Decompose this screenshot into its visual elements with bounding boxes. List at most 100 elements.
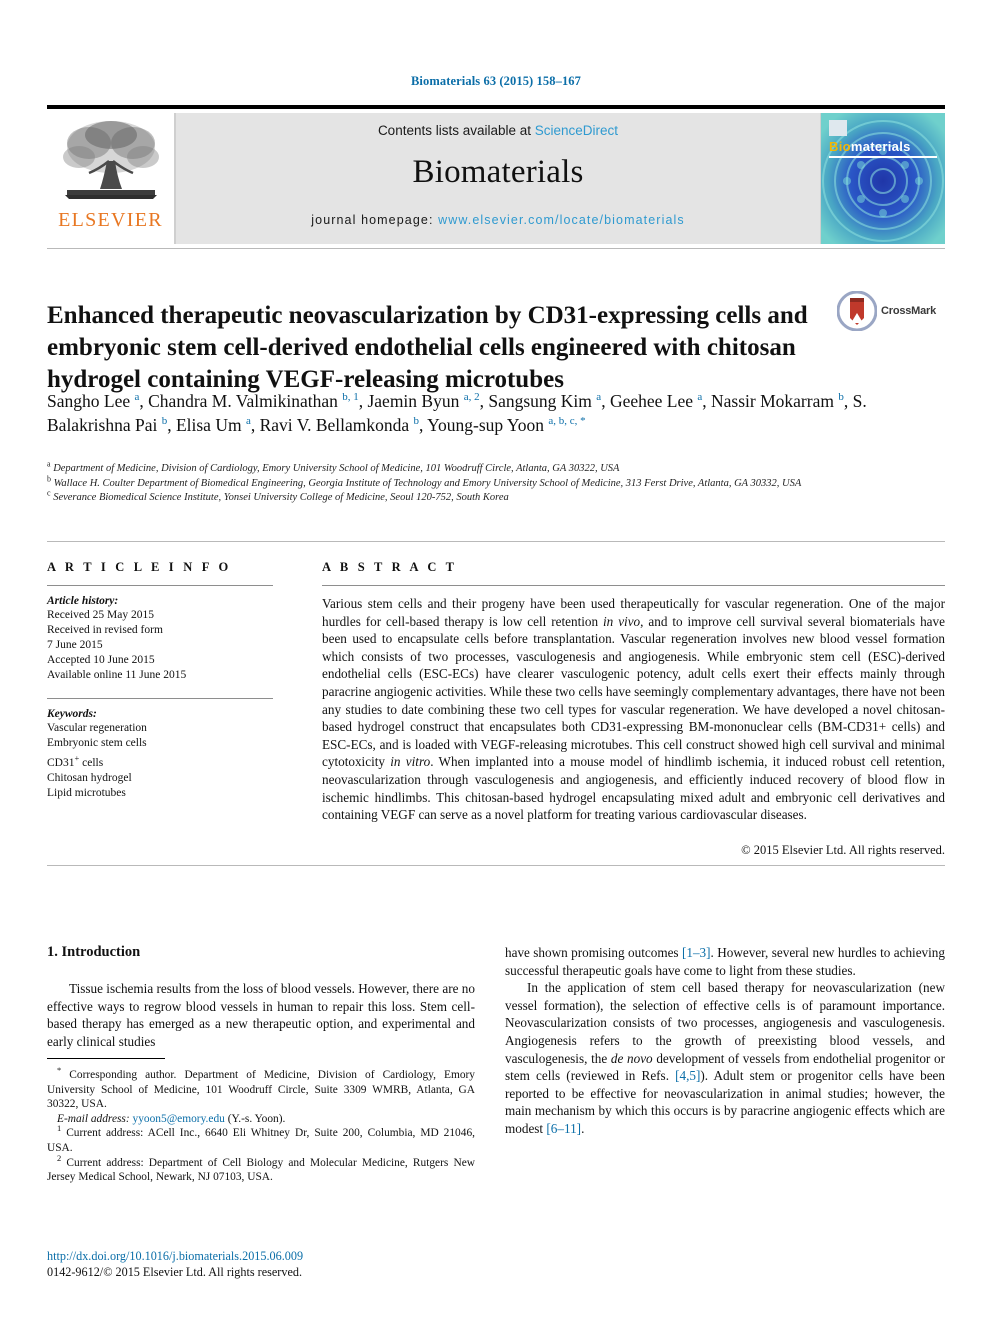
abstract-italic: in vitro: [390, 754, 431, 770]
cover-art-icon: [821, 113, 945, 244]
intro-paragraph-right-1: have shown promising outcomes [1–3]. How…: [505, 944, 945, 979]
body-italic: de novo: [610, 1050, 653, 1066]
crossmark-label: CrossMark: [881, 305, 937, 317]
author-name: Geehee Lee: [609, 391, 698, 411]
affiliation-item: c Severance Biomedical Science Institute…: [47, 488, 509, 503]
abstract-rule: [322, 585, 945, 586]
homepage-label: journal homepage:: [311, 213, 439, 227]
footnote-email: E-mail address: yyoon5@emory.edu (Y.-s. …: [57, 1112, 286, 1125]
keyword-item: Chitosan hydrogel: [47, 771, 132, 784]
intro-paragraph-left: Tissue ischemia results from the loss of…: [47, 981, 475, 1049]
issn-copyright-line: 0142-9612/© 2015 Elsevier Ltd. All right…: [47, 1265, 302, 1279]
article-history-item: Accepted 10 June 2015: [47, 654, 155, 666]
affiliation-mark: c: [47, 488, 51, 498]
citation-link[interactable]: [4,5]: [675, 1068, 700, 1083]
elsevier-tree-icon: [62, 121, 159, 199]
doi-block: http://dx.doi.org/10.1016/j.biomaterials…: [47, 1249, 475, 1280]
doi-link[interactable]: http://dx.doi.org/10.1016/j.biomaterials…: [47, 1249, 475, 1264]
article-history-item: 7 June 2015: [47, 639, 103, 651]
keyword-item: Vascular regeneration: [47, 722, 147, 734]
footnote-note-2: 2 Current address: Department of Cell Bi…: [47, 1152, 475, 1184]
crossmark-badge[interactable]: CrossMark: [837, 288, 945, 334]
footnote-mark: *: [57, 1065, 62, 1076]
keywords-block: Keywords: Vascular regeneration Embryonic…: [47, 698, 273, 801]
journal-cover-thumbnail: Biomaterials: [821, 113, 945, 244]
contents-prefix: Contents lists available at: [377, 123, 535, 138]
cover-title-materials: materials: [850, 139, 911, 154]
article-history-item: Available online 11 June 2015: [47, 669, 187, 681]
author-affiliation-mark: a: [596, 391, 602, 404]
author-name: Ravi V. Bellamkonda: [259, 414, 414, 435]
affiliation-list: a Department of Medicine, Division of Ca…: [47, 459, 927, 506]
info-band-bottom-divider: [47, 865, 945, 866]
body-segment: .: [581, 1120, 585, 1136]
author-affiliation-mark: a, b, c, *: [548, 414, 586, 427]
author-affiliation-mark: b, 1: [342, 391, 359, 404]
crossmark-icon: [837, 291, 877, 331]
homepage-url-link[interactable]: www.elsevier.com/locate/biomaterials: [438, 213, 685, 227]
email-label: E-mail address:: [57, 1112, 133, 1125]
journal-masthead: ELSEVIER Contents lists available at Sci…: [47, 105, 945, 244]
body-segment: have shown promising outcomes: [505, 945, 682, 960]
abstract-segment: , and to improve cell survival several b…: [322, 613, 945, 770]
journal-homepage-line: journal homepage: www.elsevier.com/locat…: [311, 213, 684, 227]
journal-title: Biomaterials: [412, 154, 584, 190]
abstract-text: Various stem cells and their progeny hav…: [322, 595, 945, 824]
sciencedirect-link[interactable]: ScienceDirect: [535, 123, 618, 138]
info-band-top-divider: [47, 541, 945, 542]
author-name: Sangsung Kim: [488, 391, 597, 411]
author-affiliation-mark: b: [161, 414, 168, 427]
body-right-column: have shown promising outcomes [1–3]. How…: [505, 944, 945, 1138]
footnote-mark-1: 1: [57, 1123, 62, 1134]
footnote-rule: [47, 1058, 165, 1059]
keywords-rule: [47, 698, 273, 699]
author-name: Jaemin Byun: [367, 391, 464, 411]
article-info-rule: [47, 585, 273, 586]
abstract-column: A B S T R A C T Various stem cells and t…: [322, 560, 945, 858]
author-affiliation-mark: a: [697, 391, 703, 404]
article-history-title: Article history:: [47, 595, 119, 607]
footnote-block: * Corresponding author. Department of Me…: [47, 1058, 475, 1185]
contents-list-line: Contents lists available at ScienceDirec…: [378, 123, 618, 138]
article-info-column: A R T I C L E I N F O Article history: R…: [47, 560, 273, 801]
author-affiliation-mark: a: [134, 391, 140, 404]
keywords-title: Keywords:: [47, 708, 97, 720]
author-affiliation-mark: a: [245, 414, 251, 427]
affiliation-item: a Department of Medicine, Division of Ca…: [47, 459, 620, 474]
citation-link[interactable]: [1–3]: [682, 945, 711, 960]
abstract-italic: in vivo: [603, 613, 641, 629]
introduction-heading: 1. Introduction: [47, 944, 141, 960]
elsevier-wordmark: ELSEVIER: [58, 209, 163, 231]
author-name: Sangho Lee: [47, 391, 135, 411]
cover-title-bio: Bio: [829, 139, 851, 154]
footnote-note-1: 1 Current address: ACell Inc., 6640 Eli …: [47, 1123, 475, 1154]
author-name: Young-sup Yoon: [427, 414, 549, 435]
keyword-item: CD31+ cells: [47, 753, 104, 769]
body-left-column: 1. Introduction Tissue ischemia results …: [47, 944, 475, 1050]
email-link[interactable]: yyoon5@emory.edu: [133, 1113, 225, 1125]
author-affiliation-mark: b: [413, 414, 420, 427]
abstract-copyright: © 2015 Elsevier Ltd. All rights reserved…: [741, 842, 945, 857]
keyword-item: Lipid microtubes: [47, 786, 126, 799]
article-history-item: Received 25 May 2015: [47, 609, 154, 621]
article-info-heading: A R T I C L E I N F O: [47, 560, 232, 574]
affiliation-mark: b: [47, 474, 51, 483]
page-title: Enhanced therapeutic neovascularization …: [47, 301, 808, 393]
elsevier-logo: ELSEVIER: [47, 113, 175, 244]
journal-banner: Contents lists available at ScienceDirec…: [175, 113, 821, 244]
running-head: Biomaterials 63 (2015) 158–167: [411, 74, 581, 88]
author-affiliation-mark: b: [838, 391, 844, 404]
article-history-lines: Received 25 May 2015 Received in revised …: [47, 608, 273, 683]
footnote-corresponding-author: * Corresponding author. Department of Me…: [47, 1065, 475, 1111]
footnote-mark-2: 2: [57, 1152, 62, 1163]
intro-paragraph-right-2: In the application of stem cell based th…: [505, 979, 945, 1137]
author-name: Nassir Mokarram: [711, 391, 839, 411]
abstract-heading: A B S T R A C T: [322, 560, 458, 574]
keywords-lines: Vascular regeneration Embryonic stem cell…: [47, 721, 273, 801]
citation-link[interactable]: [6–11]: [546, 1121, 581, 1136]
author-name: Chandra M. Valmikinathan: [148, 391, 343, 411]
affiliation-item: b Wallace H. Coulter Department of Biome…: [47, 474, 802, 489]
article-history-item: Received in revised form: [47, 624, 163, 636]
author-list: Sangho Lee a, Chandra M. Valmikinathan b…: [47, 391, 867, 435]
title-divider: [47, 248, 945, 249]
